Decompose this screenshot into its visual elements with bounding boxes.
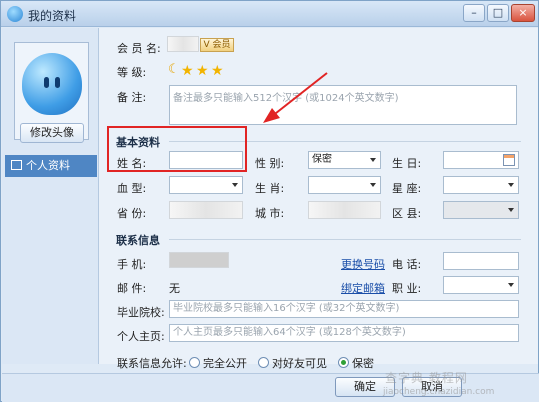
change-avatar-button[interactable]: 修改头像 (20, 123, 84, 143)
maximize-button[interactable]: □ (487, 4, 509, 22)
sidebar: 修改头像 个人资料 (2, 28, 99, 364)
penguin-avatar-icon (22, 53, 82, 115)
calendar-icon[interactable] (503, 154, 515, 166)
moon-icon[interactable]: ☾ (168, 62, 180, 77)
district-select[interactable] (443, 201, 519, 219)
school-label: 毕业院校: (117, 306, 165, 319)
zodiac-select[interactable] (308, 176, 381, 194)
phone-label: 电 话: (392, 258, 422, 271)
radio-friends[interactable] (258, 357, 269, 368)
visibility-label: 联系信息允许: (117, 357, 187, 370)
mobile-label: 手 机: (117, 258, 147, 271)
chevron-down-icon (232, 183, 238, 187)
minimize-button[interactable]: – (463, 4, 485, 22)
title-bar[interactable]: 我的资料 – □ × (1, 1, 538, 27)
member-label: 会 员 名: (117, 42, 161, 55)
chevron-down-icon (508, 183, 514, 187)
change-number-link[interactable]: 更换号码 (341, 256, 385, 272)
star-icon[interactable]: ★ (181, 63, 194, 79)
chevron-down-icon (508, 208, 514, 212)
radio-friends-label[interactable]: 对好友可见 (272, 355, 327, 371)
gender-select[interactable]: 保密 (308, 151, 381, 169)
contact-info-heading: 联系信息 (116, 234, 160, 247)
qq-logo-icon (7, 6, 23, 22)
radio-public[interactable] (189, 357, 200, 368)
city-select-redacted[interactable] (308, 201, 381, 219)
blood-type-label: 血 型: (117, 182, 147, 195)
level-label: 等 级: (117, 66, 147, 79)
watermark-url: jiaocheng.chazidian.com (383, 387, 495, 397)
phone-input[interactable] (443, 252, 519, 270)
bind-email-link[interactable]: 绑定邮箱 (341, 280, 385, 296)
gender-value: 保密 (312, 154, 332, 165)
highlight-box (107, 126, 247, 172)
avatar-eye-icon (44, 77, 49, 88)
radio-private-label[interactable]: 保密 (352, 355, 374, 371)
note-label: 备 注: (117, 91, 147, 104)
school-input[interactable]: 毕业院校最多只能输入16个汉字 (或32个英文数字) (169, 300, 519, 318)
chevron-down-icon (370, 158, 376, 162)
chevron-down-icon (370, 183, 376, 187)
homepage-label: 个人主页: (117, 330, 165, 343)
blood-type-select[interactable] (169, 176, 243, 194)
gender-label: 性 别: (255, 157, 285, 170)
close-button[interactable]: × (511, 4, 535, 22)
district-label: 区 县: (392, 207, 422, 220)
member-name-redacted (167, 36, 199, 52)
radio-public-label[interactable]: 完全公开 (203, 355, 247, 371)
mobile-number-redacted (169, 252, 229, 268)
zodiac-label: 生 肖: (255, 182, 285, 195)
job-label: 职 业: (392, 282, 422, 295)
chevron-down-icon (508, 283, 514, 287)
watermark-text: 查字典 教程网 (385, 371, 468, 385)
window-title: 我的资料 (28, 9, 77, 23)
birthday-label: 生 日: (392, 157, 422, 170)
province-select-redacted[interactable] (169, 201, 243, 219)
constellation-label: 星 座: (392, 182, 422, 195)
avatar-eye-icon (55, 77, 60, 88)
star-icon[interactable]: ★ (196, 63, 209, 79)
profile-card-icon (11, 160, 22, 170)
email-value: 无 (169, 282, 180, 295)
divider (169, 239, 521, 240)
constellation-select[interactable] (443, 176, 519, 194)
note-textarea[interactable]: 备注最多只能输入512个汉字 (或1024个英文数字) (169, 85, 517, 125)
email-label: 邮 件: (117, 282, 147, 295)
province-label: 省 份: (117, 207, 147, 220)
city-label: 城 市: (255, 207, 285, 220)
homepage-input[interactable]: 个人主页最多只能输入64个汉字 (或128个英文数字) (169, 324, 519, 342)
birthday-picker[interactable] (443, 151, 519, 169)
sidebar-item-label: 个人资料 (26, 159, 70, 172)
job-select[interactable] (443, 276, 519, 294)
star-icon[interactable]: ★ (211, 63, 224, 79)
profile-window: 我的资料 – □ × 修改头像 个人资料 会 员 名: V 会员 等 级: ☾ … (0, 0, 539, 402)
vip-badge[interactable]: V 会员 (200, 38, 234, 52)
radio-private[interactable] (338, 357, 349, 368)
sidebar-item-profile[interactable]: 个人资料 (5, 155, 97, 177)
